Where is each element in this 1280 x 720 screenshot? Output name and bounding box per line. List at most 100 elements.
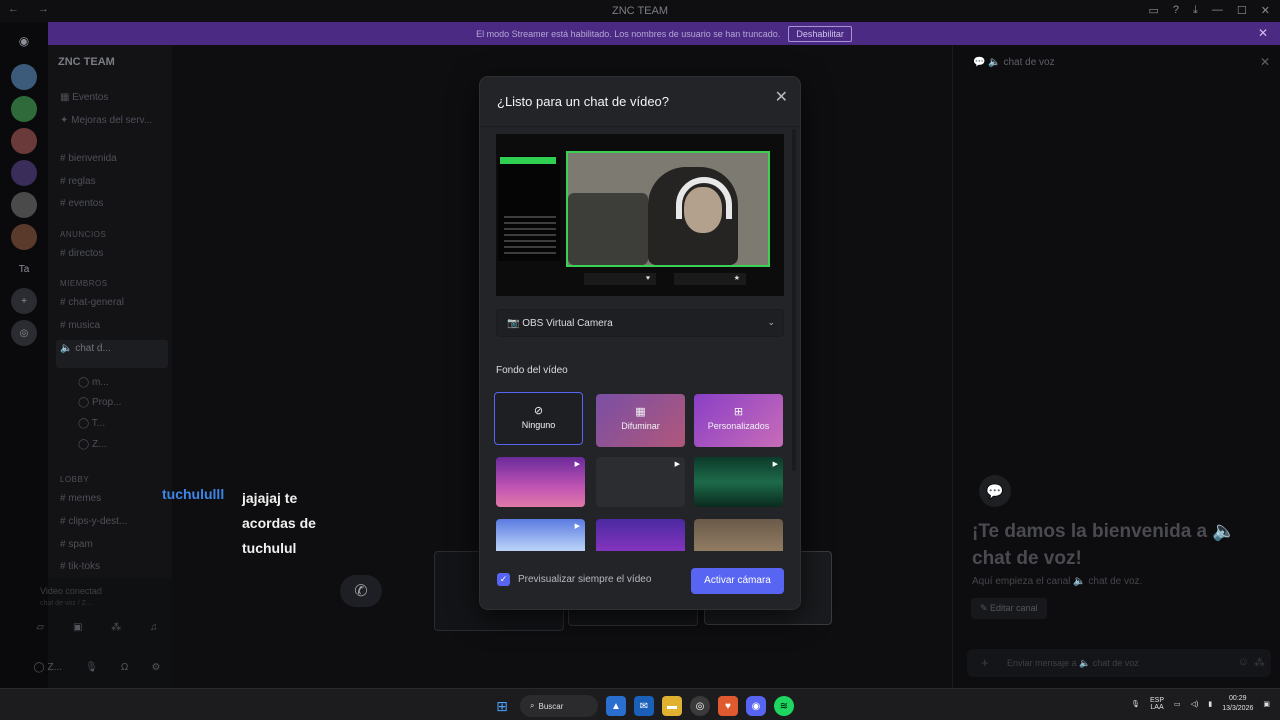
message-input[interactable]: + Enviar mensaje a 🔈 chat de voz ☺ ⁂ [967, 649, 1271, 677]
file-explorer-icon[interactable]: ▬ [662, 696, 682, 716]
soundboard-icon[interactable]: ♫ [150, 622, 158, 633]
minimize-icon[interactable]: — [1212, 4, 1223, 17]
bg-option-none[interactable]: ⊘ Ninguno [494, 392, 583, 445]
server-icon[interactable] [11, 128, 37, 154]
mic-icon[interactable]: 🎙 [85, 662, 98, 673]
channel-sidebar: ZNC TEAM ▦ Eventos ✦ Mejoras del serv...… [34, 45, 172, 688]
settings-gear-icon[interactable]: ⚙ [151, 662, 160, 673]
channel-item[interactable]: # memes [60, 493, 101, 504]
windows-taskbar: ⊞ ⌕ Buscar ▲ ✉ ▬ ◎ ♥ ◉ ≋ 🎙 ESP LAA ▭ ◁) ▮ … [0, 688, 1280, 720]
disable-streamer-button[interactable]: Deshabilitar [788, 25, 852, 42]
volume-icon[interactable]: ◁) [1191, 700, 1199, 708]
user-panel: Video conectad chat de voz / Z... ▱ ▣ ⁂ … [34, 578, 172, 688]
language-indicator[interactable]: ESP LAA [1150, 697, 1164, 711]
channel-item[interactable]: ✦ Mejoras del serv... [60, 115, 152, 126]
server-icon[interactable] [11, 192, 37, 218]
bg-option-blur[interactable]: ▦ Difuminar [596, 394, 685, 447]
bg-option-custom[interactable]: ⊞ Personalizados [694, 394, 783, 447]
welcome-title: ¡Te damos la bienvenida a 🔈 chat de voz! [972, 521, 1237, 569]
browser-icon[interactable]: ◎ [690, 696, 710, 716]
title-bar: ← → ZNC TEAM ▭ ? ⤓ — ☐ ✕ [0, 0, 1280, 22]
channel-item[interactable]: # eventos [60, 198, 103, 209]
window-title: ZNC TEAM [611, 5, 669, 17]
banner-text: El modo Streamer está habilitado. Los no… [476, 28, 781, 39]
screen-share-icon[interactable]: ▣ [73, 622, 82, 633]
apps-icon[interactable]: ⁂ [1254, 656, 1265, 669]
server-icon[interactable] [11, 64, 37, 90]
streamer-mode-banner: El modo Streamer está habilitado. Los no… [48, 22, 1280, 45]
voice-member[interactable]: ◯ Z... [78, 439, 106, 450]
maximize-icon[interactable]: ☐ [1237, 4, 1247, 17]
close-window-icon[interactable]: ✕ [1261, 4, 1270, 17]
voice-status-title: Video conectad [40, 586, 102, 596]
category-label[interactable]: LOBBY [60, 475, 89, 484]
photos-icon[interactable]: ▲ [606, 696, 626, 716]
discord-home-icon[interactable]: ◉ [11, 28, 37, 54]
windows-start-icon[interactable]: ⊞ [492, 696, 512, 716]
battery-icon[interactable]: ▮ [1208, 700, 1212, 708]
modal-close-icon[interactable]: ✕ [775, 87, 788, 107]
camera-off-icon[interactable]: ▱ [36, 622, 44, 633]
activate-camera-button[interactable]: Activar cámara [691, 568, 784, 594]
add-image-icon: ⊞ [733, 406, 744, 418]
edit-channel-button[interactable]: ✎ Editar canal [971, 598, 1047, 619]
banner-close-icon[interactable]: ✕ [1258, 26, 1268, 40]
headphones-icon[interactable]: Ω [121, 662, 128, 673]
add-attachment-icon[interactable]: + [981, 655, 989, 670]
channel-item[interactable]: # directos [60, 248, 103, 259]
voice-member[interactable]: ◯ m... [78, 377, 109, 388]
channel-item[interactable]: # bienvenida [60, 153, 117, 164]
camera-select[interactable]: 📷 OBS Virtual Camera ⌄ [496, 309, 784, 337]
channel-item[interactable]: # spam [60, 539, 93, 550]
server-icon[interactable] [11, 96, 37, 122]
voice-member[interactable]: ◯ T... [78, 418, 105, 429]
server-icon[interactable] [11, 224, 37, 250]
mail-icon[interactable]: ✉ [634, 696, 654, 716]
discord-icon[interactable]: ◉ [746, 696, 766, 716]
clock[interactable]: 00:29 13/3/2026 [1222, 694, 1253, 714]
none-icon: ⊘ [533, 405, 544, 417]
play-icon: ▶ [574, 523, 580, 530]
help-icon[interactable]: ? [1173, 4, 1179, 17]
channel-item[interactable]: # clips-y-dest... [60, 516, 127, 527]
voice-status-sub: chat de voz / Z... [40, 600, 92, 607]
bg-thumbnail[interactable]: ▶ [694, 457, 783, 507]
server-icon[interactable]: Ta [11, 256, 37, 282]
video-chat-modal: ¿Listo para un chat de vídeo? ✕ ♥ ★ 📷 OB… [480, 77, 800, 609]
notifications-icon[interactable]: ▣ [1263, 700, 1270, 708]
brave-icon[interactable]: ♥ [718, 696, 738, 716]
emoji-icon[interactable]: ☺ [1238, 656, 1249, 668]
channel-item[interactable]: ▦ Eventos [60, 92, 108, 103]
inbox-icon[interactable]: ▭ [1149, 4, 1159, 17]
channel-item[interactable]: # tik-toks [60, 561, 100, 572]
avatar[interactable]: ◯ Z... [34, 662, 62, 673]
taskbar-search[interactable]: ⌕ Buscar [520, 695, 598, 717]
voice-channel-active[interactable]: 🔈 chat d... [56, 340, 168, 368]
voice-member[interactable]: ◯ Prop... [78, 397, 121, 408]
channel-item[interactable]: # chat-general [60, 297, 124, 308]
channel-item[interactable]: # reglas [60, 176, 96, 187]
bg-thumbnail[interactable]: ▶ [496, 457, 585, 507]
category-label[interactable]: ANUNCIOS [60, 230, 106, 239]
server-name[interactable]: ZNC TEAM [58, 56, 115, 68]
preview-checkbox-label: Previsualizar siempre el vídeo [518, 574, 652, 585]
activities-icon[interactable]: ⁂ [111, 622, 121, 633]
network-icon[interactable]: ▭ [1174, 700, 1181, 708]
channel-item[interactable]: # musica [60, 320, 100, 331]
modal-scrollbar[interactable] [792, 129, 796, 549]
overlay-message: jajajaj te acordas de tuchulul [242, 490, 316, 556]
add-server-icon[interactable]: + [11, 288, 37, 314]
preview-checkbox[interactable]: ✓ [497, 573, 510, 586]
close-chat-icon[interactable]: ✕ [1260, 55, 1270, 69]
spotify-icon[interactable]: ≋ [774, 696, 794, 716]
category-label[interactable]: MIEMBROS [60, 279, 108, 288]
camera-icon: 📷 [507, 318, 520, 329]
explore-icon[interactable]: ◎ [11, 320, 37, 346]
server-icon[interactable] [11, 160, 37, 186]
download-icon[interactable]: ⤓ [1193, 4, 1198, 17]
chat-header: 💬 🔈 chat de voz [973, 57, 1055, 68]
phone-icon[interactable]: ✆ [340, 575, 382, 607]
bg-thumbnail[interactable]: ▶ [596, 457, 685, 507]
mic-tray-icon[interactable]: 🎙 [1131, 700, 1140, 708]
chat-bubble-icon: 💬 [979, 475, 1011, 507]
